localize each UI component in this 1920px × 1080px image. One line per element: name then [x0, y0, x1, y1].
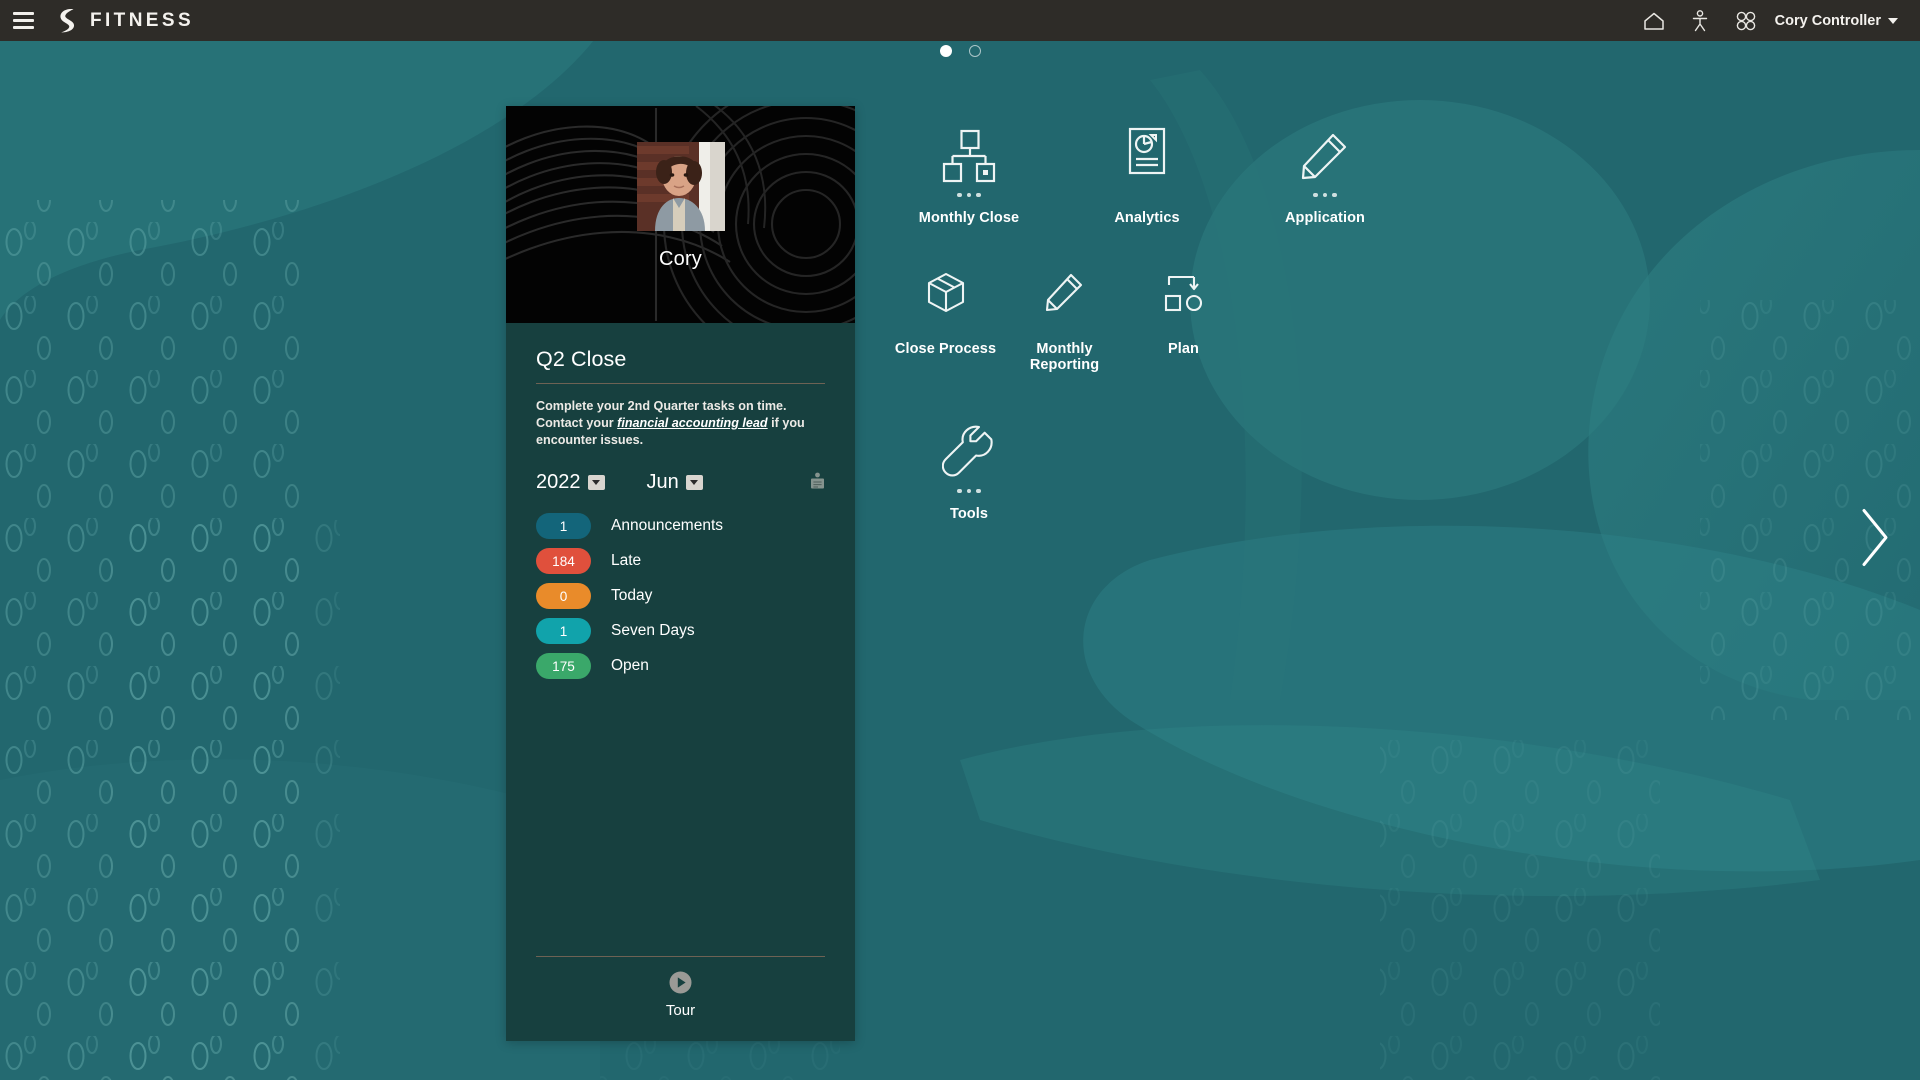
- tile-label: Monthly Close: [918, 210, 1020, 226]
- task-list-icon[interactable]: [810, 472, 825, 494]
- flow-diagram-icon: [1164, 270, 1204, 314]
- avatar-name: Cory: [658, 248, 703, 270]
- card-description: Complete your 2nd Quarter tasks on time.…: [536, 398, 825, 449]
- status-label: Announcements: [611, 517, 724, 534]
- status-badge: 184: [536, 548, 591, 574]
- tile-monthly-reporting[interactable]: Monthly Reporting: [1005, 264, 1124, 373]
- tour-divider: [536, 956, 825, 957]
- home-icon[interactable]: [1631, 0, 1677, 41]
- cube-icon: [926, 270, 966, 314]
- tour-label: Tour: [665, 1002, 696, 1019]
- status-row-announcements[interactable]: 1 Announcements: [536, 513, 825, 539]
- user-name: Cory Controller: [1774, 12, 1881, 29]
- pencil-icon: [1299, 121, 1351, 183]
- tile-label: Close Process: [894, 341, 997, 357]
- status-badge: 0: [536, 583, 591, 609]
- status-badge: 175: [536, 653, 591, 679]
- period-selector-row: 2022 Jun: [536, 471, 825, 494]
- tile-submenu-dots: [1313, 189, 1337, 201]
- tile-label: Plan: [1167, 341, 1200, 357]
- wrench-icon: [942, 417, 996, 479]
- user-menu[interactable]: Cory Controller: [1769, 13, 1908, 29]
- tile-analytics[interactable]: Analytics: [1058, 115, 1236, 226]
- pager-dot-1[interactable]: [939, 45, 952, 57]
- card-title: Q2 Close: [536, 347, 627, 371]
- status-label: Open: [611, 657, 649, 674]
- chevron-down-icon: [685, 475, 703, 490]
- tile-close-process[interactable]: Close Process: [886, 264, 1005, 373]
- card-photo-header: Cory: [506, 106, 855, 323]
- tile-application[interactable]: Application: [1236, 115, 1414, 226]
- status-label: Seven Days: [611, 622, 695, 639]
- status-badge: 1: [536, 618, 591, 644]
- hierarchy-icon: [941, 121, 997, 183]
- year-select[interactable]: 2022: [536, 471, 605, 494]
- announcement-card: Cory Q2 Close Complete your 2nd Quarter …: [506, 106, 855, 1041]
- brand-logo[interactable]: FITNESS: [54, 7, 194, 35]
- fitness-swoosh-icon: [60, 8, 75, 32]
- pencil-icon: [1045, 270, 1085, 314]
- card-body: Q2 Close Complete your 2nd Quarter tasks…: [506, 323, 855, 1041]
- accessibility-icon[interactable]: [1677, 0, 1723, 41]
- status-label: Late: [611, 552, 642, 569]
- play-circle-icon: [669, 971, 692, 994]
- global-header: FITNESS Cory Controller: [0, 0, 1920, 41]
- tile-label: Monthly Reporting: [1029, 341, 1100, 373]
- card-footer: Tour: [536, 956, 825, 1041]
- carousel-pager: [0, 45, 1920, 57]
- month-select[interactable]: Jun: [647, 471, 703, 494]
- tile-tools[interactable]: Tools: [880, 411, 1058, 522]
- pager-dot-2[interactable]: [968, 45, 981, 57]
- header-actions: Cory Controller: [1631, 0, 1920, 41]
- status-badge: 1: [536, 513, 591, 539]
- status-label: Today: [611, 587, 653, 604]
- tile-row-1: Monthly Close Analytics Application: [880, 115, 1414, 226]
- status-list: 1 Announcements 184 Late 0 Today 1 Seven…: [536, 513, 825, 679]
- month-value: Jun: [646, 471, 679, 493]
- tile-row-3: Tools: [880, 411, 1414, 522]
- chevron-down-icon: [1888, 17, 1898, 24]
- status-row-today[interactable]: 0 Today: [536, 583, 825, 609]
- tile-monthly-close[interactable]: Monthly Close: [880, 115, 1058, 226]
- avatar-photo: [636, 142, 725, 231]
- financial-accounting-lead-link[interactable]: financial accounting lead: [617, 416, 767, 430]
- tour-button[interactable]: Tour: [536, 970, 825, 1019]
- tile-label: Analytics: [1114, 210, 1180, 226]
- status-row-open[interactable]: 175 Open: [536, 653, 825, 679]
- tile-label: Tools: [949, 506, 989, 522]
- apps-grid-icon[interactable]: [1723, 0, 1769, 41]
- brand-name: FITNESS: [90, 9, 195, 31]
- document-pie-chart-icon: [1123, 121, 1171, 183]
- chevron-down-icon: [587, 475, 605, 490]
- tile-submenu-dots: [957, 485, 981, 497]
- tile-submenu-dots: [957, 189, 981, 201]
- year-value: 2022: [536, 471, 581, 493]
- tile-label: Application: [1284, 210, 1366, 226]
- title-divider: [536, 383, 825, 384]
- avatar: [636, 142, 725, 231]
- status-row-late[interactable]: 184 Late: [536, 548, 825, 574]
- tile-plan[interactable]: Plan: [1124, 264, 1243, 373]
- next-page-arrow[interactable]: [1858, 507, 1892, 574]
- navigation-tiles: Monthly Close Analytics Application Clos…: [880, 115, 1414, 522]
- status-row-seven-days[interactable]: 1 Seven Days: [536, 618, 825, 644]
- hamburger-menu-icon[interactable]: [0, 0, 46, 41]
- tile-row-2: Close Process Monthly Reporting Plan: [886, 264, 1414, 373]
